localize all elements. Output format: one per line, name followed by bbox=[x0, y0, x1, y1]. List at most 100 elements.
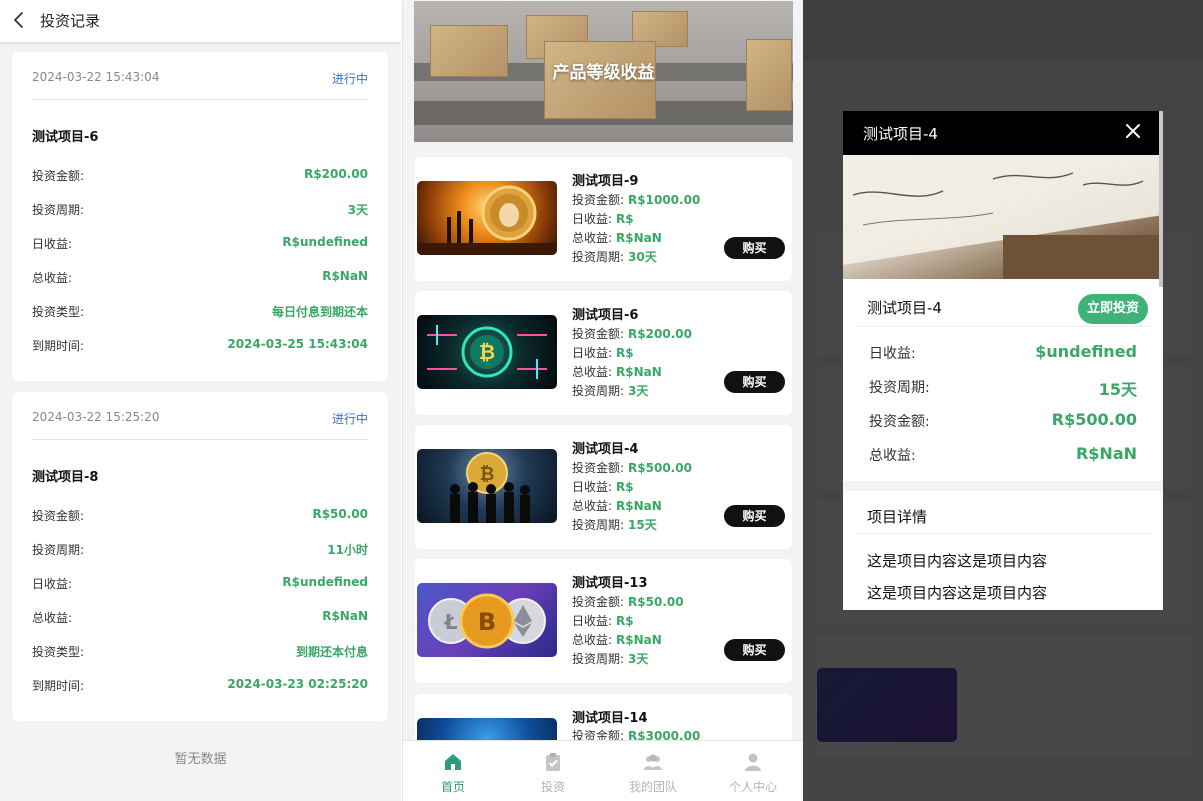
product-period: 投资周期: 3天 bbox=[572, 382, 648, 399]
row-label: 投资周期: bbox=[869, 380, 930, 396]
user-icon bbox=[745, 753, 761, 771]
product-total: 总收益: R$NaN bbox=[572, 631, 662, 648]
field-value: R$500.00 bbox=[628, 461, 692, 475]
record-name: 测试项目-6 bbox=[32, 130, 99, 145]
field-value: R$200.00 bbox=[628, 327, 692, 341]
row-value: R$NaN bbox=[322, 269, 368, 283]
field-label: 日收益: bbox=[572, 346, 613, 360]
row-value: R$undefined bbox=[282, 235, 368, 249]
tab-team[interactable]: 我的团队 bbox=[603, 741, 703, 801]
field-label: 日收益: bbox=[572, 480, 613, 494]
product-total: 总收益: R$NaN bbox=[572, 229, 662, 246]
field-label: 投资周期: bbox=[572, 250, 625, 264]
tab-home[interactable]: 首页 bbox=[403, 741, 503, 801]
product-card[interactable]: ₿ 测试项目-6 投资金额: R$200.00 日收益: R$ 总收益: R$NaN … bbox=[415, 291, 792, 415]
row-value: $undefined bbox=[1035, 342, 1137, 361]
coin-illustration: ₿ bbox=[427, 325, 547, 379]
tab-profile[interactable]: 个人中心 bbox=[703, 741, 803, 801]
field-label: 总收益: bbox=[572, 499, 613, 513]
row-value: R$NaN bbox=[322, 609, 368, 623]
product-daily: 日收益: R$ bbox=[572, 344, 634, 361]
empty-state-text: 暂无数据 bbox=[174, 752, 227, 767]
close-icon[interactable] bbox=[1125, 123, 1141, 139]
row-label: 日收益: bbox=[32, 237, 73, 251]
row-label: 总收益: bbox=[32, 611, 73, 625]
scrollbar[interactable] bbox=[1159, 111, 1163, 287]
product-amount: 投资金额: R$200.00 bbox=[572, 325, 692, 342]
product-detail-screen: 测试项目-4 测试项目-4 立即投资 日收益: $undefined 投资周期:… bbox=[803, 0, 1203, 801]
banner[interactable]: 产品等级收益 bbox=[414, 1, 793, 142]
row-label: 投资金额: bbox=[32, 509, 85, 523]
divider bbox=[855, 533, 1151, 534]
svg-text:₿: ₿ bbox=[479, 340, 495, 364]
row-label: 投资类型: bbox=[32, 305, 85, 319]
team-icon bbox=[644, 754, 662, 770]
invest-now-button[interactable]: 立即投资 bbox=[1078, 294, 1148, 324]
field-value: R$ bbox=[616, 480, 634, 494]
record-row-type: 投资类型: 每日付息到期还本 bbox=[32, 303, 368, 321]
section-gap bbox=[843, 481, 1163, 491]
modal-row-amount: 投资金额: R$500.00 bbox=[869, 410, 1137, 431]
product-daily: 日收益: R$ bbox=[572, 210, 634, 227]
field-value: R$NaN bbox=[616, 499, 662, 513]
buy-button[interactable]: 购买 bbox=[724, 505, 785, 527]
record-row-period: 投资周期: 11小时 bbox=[32, 541, 368, 559]
product-total: 总收益: R$NaN bbox=[572, 363, 662, 380]
field-value: R$NaN bbox=[616, 633, 662, 647]
bitcoin-circuit-image: ₿ bbox=[417, 315, 557, 389]
buy-button[interactable]: 购买 bbox=[724, 237, 785, 259]
row-label: 投资金额: bbox=[869, 414, 930, 430]
field-label: 投资金额: bbox=[572, 327, 625, 341]
row-label: 日收益: bbox=[32, 577, 73, 591]
field-label: 总收益: bbox=[572, 231, 613, 245]
row-value: R$500.00 bbox=[1051, 410, 1137, 429]
divider bbox=[855, 326, 1151, 327]
row-value: R$200.00 bbox=[304, 167, 368, 181]
divider bbox=[32, 99, 368, 100]
status-badge: 进行中 bbox=[331, 412, 368, 426]
product-total: 总收益: R$NaN bbox=[572, 497, 662, 514]
product-period: 投资周期: 3天 bbox=[572, 650, 648, 667]
screen: 投资记录 2024-03-22 15:43:04 进行中 测试项目-6 投资金额… bbox=[0, 0, 1203, 801]
coin-illustration bbox=[417, 185, 557, 255]
record-date: 2024-03-22 15:25:20 bbox=[32, 410, 160, 424]
row-label: 到期时间: bbox=[32, 679, 85, 693]
field-label: 投资周期: bbox=[572, 384, 625, 398]
field-label: 投资金额: bbox=[572, 461, 625, 475]
product-name: 测试项目-13 bbox=[572, 576, 648, 591]
row-label: 到期时间: bbox=[32, 339, 85, 353]
field-label: 总收益: bbox=[572, 365, 613, 379]
field-label: 投资金额: bbox=[572, 595, 625, 609]
row-value: R$undefined bbox=[282, 575, 368, 589]
field-value: R$ bbox=[616, 614, 634, 628]
record-date: 2024-03-22 15:43:04 bbox=[32, 70, 160, 84]
record-row-amount: 投资金额: R$200.00 bbox=[32, 167, 368, 185]
tab-invest[interactable]: 投资 bbox=[503, 741, 603, 801]
banner-title: 产品等级收益 bbox=[552, 63, 655, 83]
product-name: 测试项目-6 bbox=[572, 308, 639, 323]
row-label: 投资周期: bbox=[32, 543, 85, 557]
field-label: 投资金额: bbox=[572, 193, 625, 207]
field-value: 15天 bbox=[628, 518, 657, 532]
buy-button[interactable]: 购买 bbox=[724, 639, 785, 661]
record-row-period: 投资周期: 3天 bbox=[32, 201, 368, 219]
record-card: 2024-03-22 15:25:20 进行中 测试项目-8 投资金额: R$5… bbox=[12, 392, 388, 721]
product-card[interactable]: 测试项目-9 投资金额: R$1000.00 日收益: R$ 总收益: R$NaN 投… bbox=[415, 157, 792, 281]
row-value: 3天 bbox=[347, 203, 368, 217]
field-value: 30天 bbox=[628, 250, 657, 264]
home-icon bbox=[445, 754, 461, 770]
record-row-daily: 日收益: R$undefined bbox=[32, 575, 368, 593]
investment-records-page: 投资记录 2024-03-22 15:43:04 进行中 测试项目-6 投资金额… bbox=[0, 0, 401, 801]
field-value: R$NaN bbox=[616, 231, 662, 245]
field-label: 总收益: bbox=[572, 633, 613, 647]
field-label: 投资周期: bbox=[572, 518, 625, 532]
row-label: 总收益: bbox=[869, 448, 916, 464]
row-value: 到期还本付息 bbox=[295, 645, 368, 659]
product-card[interactable]: Ł B 测试项目-13 投资金额: R$50.00 日收益: R$ 总收益: R$Na… bbox=[415, 559, 792, 683]
back-arrow-icon[interactable] bbox=[9, 10, 29, 30]
buy-button[interactable]: 购买 bbox=[724, 371, 785, 393]
product-card[interactable]: ₿ 测试项目-4 投资金额: R$500.00 日收益: R$ 总收益: R$NaN … bbox=[415, 425, 792, 549]
row-value: 11小时 bbox=[327, 543, 368, 557]
row-value: 每日付息到期还本 bbox=[271, 305, 368, 319]
divider bbox=[32, 439, 368, 440]
